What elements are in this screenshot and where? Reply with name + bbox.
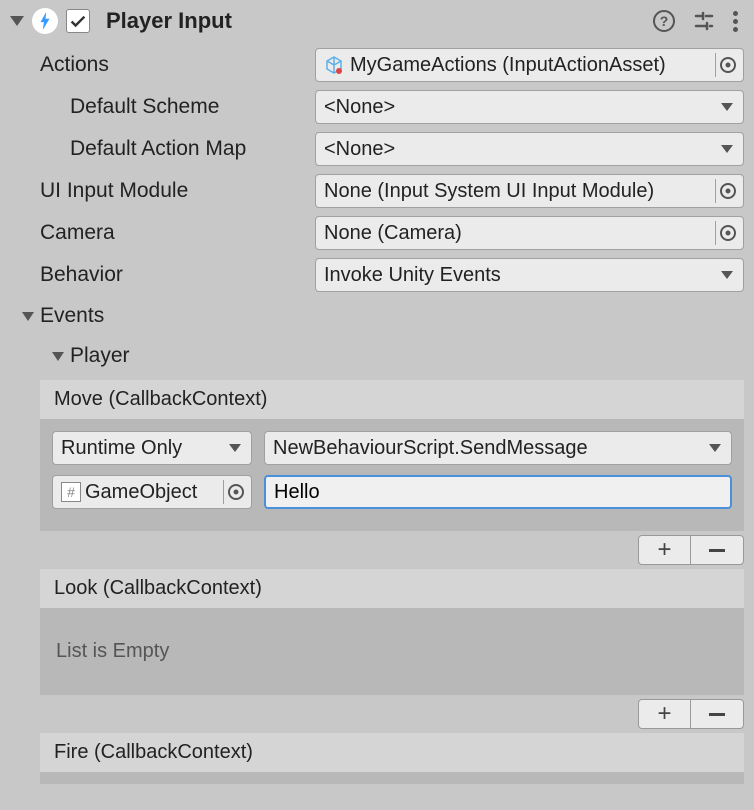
look-buttons: + [638,699,744,729]
player-foldout[interactable] [52,352,64,361]
help-icon[interactable]: ? [653,10,675,32]
method-dropdown[interactable]: NewBehaviourScript.SendMessage [264,431,732,465]
context-menu-icon[interactable] [733,11,738,32]
look-empty-text: List is Empty [52,620,732,683]
ui-input-module-field[interactable]: None (Input System UI Input Module) [315,174,744,208]
chevron-down-icon [709,444,721,452]
actions-value: MyGameActions (InputActionAsset) [350,54,666,77]
call-state-value: Runtime Only [61,437,182,460]
asset-icon [324,55,344,75]
csharp-icon: # [61,482,81,502]
move-event-header: Move (CallbackContext) [40,380,744,419]
default-action-map-label: Default Action Map [70,137,315,161]
actions-field[interactable]: MyGameActions (InputActionAsset) [315,48,744,82]
component-foldout[interactable] [10,16,24,26]
ui-input-module-label: UI Input Module [40,179,315,203]
default-scheme-value: <None> [324,96,395,119]
remove-listener-button[interactable] [691,700,743,728]
chevron-down-icon [721,103,733,111]
camera-picker[interactable] [715,221,739,245]
component-title: Player Input [106,8,232,34]
add-listener-button[interactable]: + [639,536,691,564]
enabled-checkbox[interactable] [66,9,90,33]
preset-icon[interactable] [693,10,715,32]
player-label: Player [70,344,130,368]
default-action-map-dropdown[interactable]: <None> [315,132,744,166]
move-buttons: + [638,535,744,565]
fire-event-header: Fire (CallbackContext) [40,733,744,772]
default-scheme-label: Default Scheme [70,95,315,119]
ui-input-module-picker[interactable] [715,179,739,203]
fire-event-block: Fire (CallbackContext) [40,733,744,784]
camera-label: Camera [40,221,315,245]
behavior-label: Behavior [40,263,315,287]
events-label: Events [40,304,104,328]
target-object-value: GameObject [85,481,197,504]
argument-input[interactable] [264,475,732,509]
script-icon [32,8,58,34]
look-event-block: Look (CallbackContext) List is Empty [40,569,744,695]
call-state-dropdown[interactable]: Runtime Only [52,431,252,465]
events-foldout[interactable] [22,312,34,321]
chevron-down-icon [721,145,733,153]
ui-input-module-value: None (Input System UI Input Module) [324,180,654,203]
behavior-value: Invoke Unity Events [324,264,501,287]
move-event-block: Move (CallbackContext) Runtime Only NewB… [40,380,744,531]
actions-label: Actions [40,53,315,77]
camera-field[interactable]: None (Camera) [315,216,744,250]
add-listener-button[interactable]: + [639,700,691,728]
remove-listener-button[interactable] [691,536,743,564]
actions-picker[interactable] [715,53,739,77]
target-object-picker[interactable] [223,480,247,504]
behavior-dropdown[interactable]: Invoke Unity Events [315,258,744,292]
camera-value: None (Camera) [324,222,462,245]
chevron-down-icon [229,444,241,452]
default-action-map-value: <None> [324,138,395,161]
default-scheme-dropdown[interactable]: <None> [315,90,744,124]
look-event-header: Look (CallbackContext) [40,569,744,608]
target-object-field[interactable]: # GameObject [52,475,252,509]
chevron-down-icon [721,271,733,279]
method-value: NewBehaviourScript.SendMessage [273,437,588,460]
